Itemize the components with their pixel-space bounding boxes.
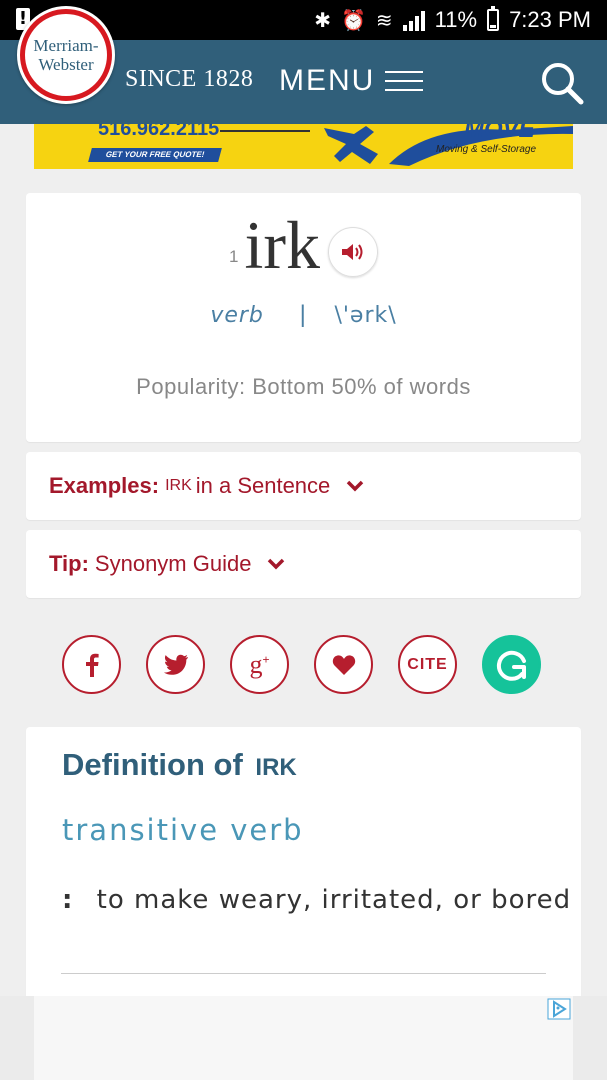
chevron-down-icon [347, 480, 364, 492]
ad-tagline: Moving & Self-Storage [436, 144, 537, 155]
examples-rest: in a Sentence [195, 473, 331, 498]
merriam-webster-logo[interactable]: Merriam- Webster [17, 6, 115, 104]
twitter-icon [163, 654, 188, 675]
definition-sense: : to make weary, irritated, or bored [62, 885, 571, 915]
grammarly-icon [496, 650, 526, 681]
favorite-button[interactable] [314, 635, 373, 694]
examples-word: irk [165, 477, 192, 494]
bottom-ad [0, 996, 607, 1080]
play-pronunciation-button[interactable] [328, 227, 378, 277]
wifi-icon: ≋ [375, 8, 393, 32]
sense-text: to make weary, irritated, or bored [96, 885, 572, 915]
part-of-speech-link[interactable]: verb [210, 303, 264, 328]
google-plus-share-button[interactable]: g+ [230, 635, 289, 694]
ad-banner[interactable]: 516.962.2115 GET YOUR FREE QUOTE! MOVE M… [34, 124, 573, 169]
definition-word: irk [255, 754, 297, 781]
tip-accordion[interactable]: Tip: Synonym Guide [26, 530, 581, 598]
facebook-share-button[interactable] [62, 635, 121, 694]
grammarly-button[interactable] [482, 635, 541, 694]
heart-icon [332, 654, 355, 675]
divider [61, 973, 546, 974]
homograph-number: 1 [228, 247, 239, 266]
bottom-ad-slot[interactable] [34, 996, 573, 1080]
pronunciation: \'ərk\ [334, 303, 397, 328]
tip-rest: Synonym Guide [94, 551, 252, 576]
definition-heading: Definition of irk [62, 747, 297, 783]
twitter-share-button[interactable] [146, 635, 205, 694]
signal-icon [402, 9, 425, 31]
definition-pos: transitive verb [62, 813, 304, 847]
alarm-icon: ⏰ [340, 8, 366, 32]
pos-pronunciation-row: verb | \'ərk\ [26, 301, 581, 329]
hamburger-icon [385, 71, 424, 91]
menu-label: MENU [279, 64, 376, 97]
since-tagline: SINCE 1828 [125, 66, 254, 92]
cite-button[interactable]: CITE [398, 635, 457, 694]
headword-card: 1 irk verb | \'ərk\ Popularity: Bottom 5… [26, 193, 581, 442]
speaker-icon [342, 244, 363, 260]
logo-line1: Merriam- [33, 36, 99, 55]
tip-label: Tip: [49, 551, 89, 576]
clock: 7:23 PM [509, 7, 591, 32]
cite-label: CITE [407, 655, 448, 673]
ad-phone: 516.962.2115 [98, 124, 220, 140]
examples-label: Examples: [49, 473, 160, 498]
examples-accordion[interactable]: Examples: irk in a Sentence [26, 452, 581, 520]
ad-brand: MOVE [464, 124, 535, 143]
google-plus-icon: g+ [249, 649, 270, 679]
facebook-icon [85, 653, 99, 677]
share-bar: g+ CITE [62, 635, 541, 694]
menu-button[interactable]: MENU [279, 64, 424, 98]
battery-icon [487, 6, 500, 31]
sense-colon: : [62, 885, 74, 915]
definition-title: Definition of [62, 747, 243, 782]
chevron-down-icon [268, 558, 285, 570]
ad-cta: GET YOUR FREE QUOTE! [88, 148, 222, 162]
bluetooth-icon: ✱ [314, 8, 331, 32]
logo-line2: Webster [38, 55, 94, 74]
popularity-text: Popularity: Bottom 50% of words [136, 374, 471, 399]
separator: | [299, 301, 307, 328]
headword: irk [244, 207, 320, 283]
adchoices-icon[interactable] [547, 998, 571, 1020]
battery-percent: 11% [434, 7, 478, 32]
search-icon[interactable] [539, 60, 585, 106]
